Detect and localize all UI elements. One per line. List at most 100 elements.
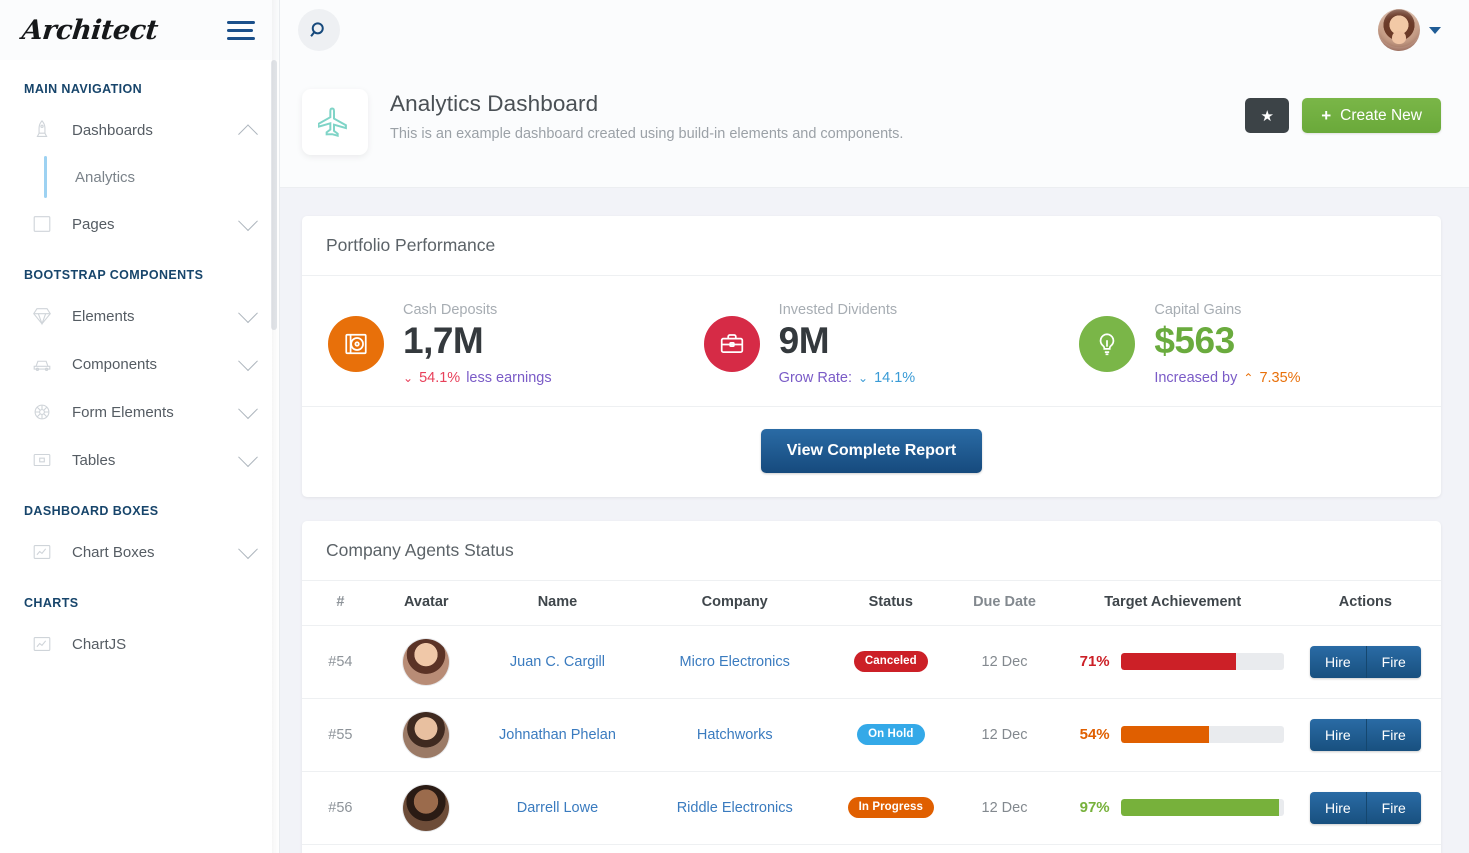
favorite-button[interactable]: ★ <box>1245 98 1290 133</box>
create-new-button[interactable]: + Create New <box>1302 98 1441 133</box>
hire-button[interactable]: Hire <box>1309 645 1366 678</box>
sidebar-item-label: Dashboards <box>72 121 153 139</box>
metric-footer: Grow Rate: ⌄ 14.1% <box>779 370 916 386</box>
page-title: Analytics Dashboard <box>390 91 599 116</box>
window-icon <box>30 212 54 236</box>
progress-wrapper: 54% <box>1062 726 1284 744</box>
row-status-cell: In Progress <box>828 770 954 845</box>
row-due-date: 12 Dec <box>953 770 1056 845</box>
sidebar-item-tables[interactable]: Tables <box>0 436 279 484</box>
row-id: #55 <box>302 697 379 772</box>
row-status-cell: Completed <box>828 843 954 853</box>
hire-button[interactable]: Hire <box>1309 791 1366 824</box>
sidebar-item-label: Elements <box>72 307 135 325</box>
sidebar-edge-shadow <box>272 0 279 853</box>
column-header: Company <box>701 593 768 610</box>
page-icon-tile <box>302 89 368 155</box>
chevron-down-icon: ⌄ <box>403 370 414 385</box>
main-area: Analytics Dashboard This is an example d… <box>280 0 1469 853</box>
chevron-down-icon[interactable] <box>238 351 258 372</box>
portfolio-metrics: Cash Deposits 1,7M ⌄ 54.1% less earnings Inve… <box>302 276 1441 406</box>
sidebar-item-form-elements[interactable]: Form Elements <box>0 388 279 436</box>
row-actions-cell: HireFire <box>1289 697 1441 772</box>
sidebar-item-label: Form Elements <box>72 403 174 421</box>
sidebar-item-dashboards[interactable]: Dashboards <box>0 106 279 154</box>
action-button-group: Hire Fire <box>1309 718 1421 751</box>
chevron-up-icon[interactable] <box>238 124 258 145</box>
row-company[interactable]: Micro Electronics <box>641 624 829 699</box>
fire-button[interactable]: Fire <box>1365 718 1421 751</box>
row-target-cell: 88% <box>1055 843 1290 853</box>
rocket-icon <box>30 118 54 142</box>
avatar <box>403 784 450 831</box>
action-button-group: Hire Fire <box>1309 645 1421 678</box>
row-name[interactable]: Darrell Lowe <box>473 770 642 845</box>
chart-icon <box>30 540 54 564</box>
table-icon <box>30 448 54 472</box>
view-complete-report-button[interactable]: View Complete Report <box>760 428 983 473</box>
metric-footer: Increased by ⌃ 7.35% <box>1154 370 1300 386</box>
status-badge: In Progress <box>847 797 934 819</box>
sidebar-item-pages[interactable]: Pages <box>0 200 279 248</box>
row-name[interactable]: Juan C. Cargill <box>473 624 642 699</box>
row-avatar-cell <box>378 770 474 845</box>
metric-body: Capital Gains $563 Increased by ⌃ 7.35% <box>1154 302 1300 386</box>
sidebar-item-label: ChartJS <box>72 635 127 653</box>
sidebar-item-chart-boxes[interactable]: Chart Boxes <box>0 528 279 576</box>
progress-bar-fill <box>1120 653 1237 671</box>
create-new-label: Create New <box>1340 106 1422 124</box>
menu-toggle-button[interactable] <box>227 16 255 45</box>
fire-button[interactable]: Fire <box>1365 645 1421 678</box>
user-menu[interactable] <box>1378 9 1441 51</box>
row-name[interactable]: Johnathan Phelan <box>473 697 642 772</box>
chevron-down-icon[interactable] <box>238 447 258 468</box>
sidebar-item-elements[interactable]: Elements <box>0 292 279 340</box>
page-header-actions: ★ + Create New <box>1245 85 1441 133</box>
metric-foot-prefix: Increased by <box>1154 369 1238 386</box>
chevron-down-icon <box>1429 26 1441 34</box>
disc-icon <box>328 315 384 372</box>
chevron-down-icon[interactable] <box>238 303 258 324</box>
chevron-down-icon[interactable] <box>238 539 258 560</box>
progress-percent-label: 97% <box>1079 799 1110 817</box>
row-target-cell: 71% <box>1055 624 1290 699</box>
fire-button[interactable]: Fire <box>1365 791 1421 824</box>
row-company[interactable]: Pixelcloud <box>641 843 829 853</box>
action-button-group: Hire Fire <box>1309 791 1421 824</box>
sidebar-item-analytics[interactable]: Analytics <box>48 154 279 200</box>
chevron-down-icon[interactable] <box>238 211 258 232</box>
metric-footer: ⌄ 54.1% less earnings <box>403 370 552 386</box>
diamond-icon <box>30 304 54 328</box>
metric-value: $563 <box>1154 320 1235 361</box>
hire-button[interactable]: Hire <box>1309 718 1366 751</box>
row-company[interactable]: Hatchworks <box>641 697 829 772</box>
agents-table-body: #54 Juan C. Cargill Micro Electronics Cance… <box>302 624 1441 853</box>
sidebar-item-label: Tables <box>72 451 116 469</box>
metric-label: Capital Gains <box>1154 302 1242 318</box>
row-avatar-cell <box>378 843 474 853</box>
sidebar-item-chartjs[interactable]: ChartJS <box>0 620 279 668</box>
sidebar-item-components[interactable]: Components <box>0 340 279 388</box>
sidebar-section-title: BOOTSTRAP COMPONENTS <box>24 268 204 282</box>
row-status-cell: On Hold <box>828 697 954 772</box>
metric-foot-percent: 7.35% <box>1259 369 1301 386</box>
sidebar-item-label: Chart Boxes <box>72 543 155 561</box>
progress-bar-track <box>1120 799 1284 817</box>
row-name[interactable]: George T. Cottrell <box>473 843 642 853</box>
sidebar-item-label: Components <box>72 355 158 373</box>
chevron-down-icon[interactable] <box>238 399 258 420</box>
row-due-date: 12 Dec <box>953 843 1056 853</box>
page-header: Analytics Dashboard This is an example d… <box>280 60 1469 188</box>
brand-logo[interactable]: Architect <box>20 15 159 46</box>
row-actions-cell: HireFire <box>1289 843 1441 853</box>
row-avatar-cell <box>378 697 474 772</box>
progress-percent-label: 54% <box>1079 726 1110 744</box>
status-badge: Canceled <box>853 651 928 673</box>
row-target-cell: 54% <box>1055 697 1290 772</box>
search-button[interactable] <box>298 9 340 51</box>
portfolio-title: Portfolio Performance <box>302 216 1441 276</box>
row-actions-cell: HireFire <box>1289 770 1441 845</box>
page-subtitle: This is an example dashboard created usi… <box>390 126 904 142</box>
avatar <box>403 638 450 685</box>
row-company[interactable]: Riddle Electronics <box>641 770 829 845</box>
